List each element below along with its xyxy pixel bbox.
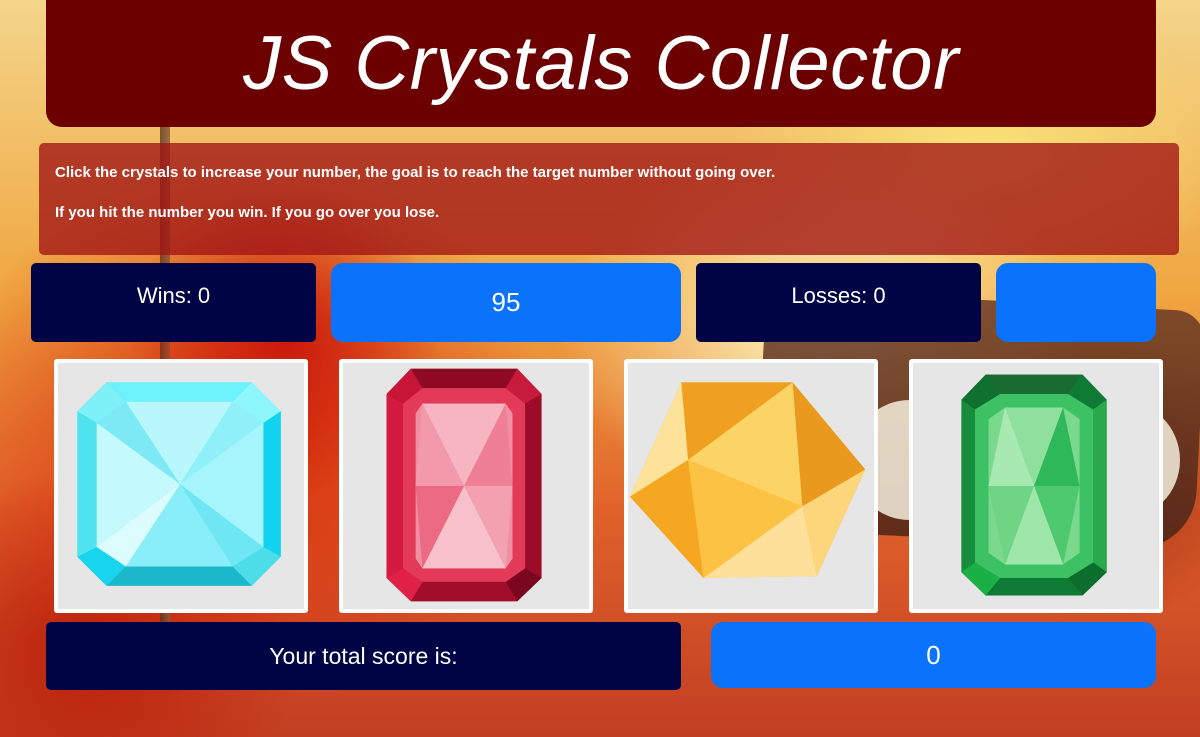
crystal-button-green[interactable] xyxy=(909,359,1163,613)
red-crystal-icon xyxy=(386,368,542,602)
losses-counter: Losses: 0 xyxy=(696,263,981,342)
target-number: 95 xyxy=(331,263,681,342)
instructions-line-1: Click the crystals to increase your numb… xyxy=(55,164,776,181)
wins-counter: Wins: 0 xyxy=(31,263,316,342)
score-value: 0 xyxy=(711,622,1156,688)
page-title: JS Crystals Collector xyxy=(243,21,959,106)
instructions-line-2: If you hit the number you win. If you go… xyxy=(55,204,440,221)
crystal-button-yellow[interactable] xyxy=(624,359,878,613)
green-crystal-icon xyxy=(961,374,1107,596)
instructions-panel: Click the crystals to increase your numb… xyxy=(39,143,1179,255)
score-label: Your total score is: xyxy=(46,622,681,690)
header-banner: JS Crystals Collector xyxy=(46,0,1156,127)
cyan-crystal-icon xyxy=(77,382,281,586)
yellow-crystal-icon xyxy=(629,382,866,579)
crystal-button-cyan[interactable] xyxy=(54,359,308,613)
status-box xyxy=(996,263,1156,342)
crystal-button-red[interactable] xyxy=(339,359,593,613)
